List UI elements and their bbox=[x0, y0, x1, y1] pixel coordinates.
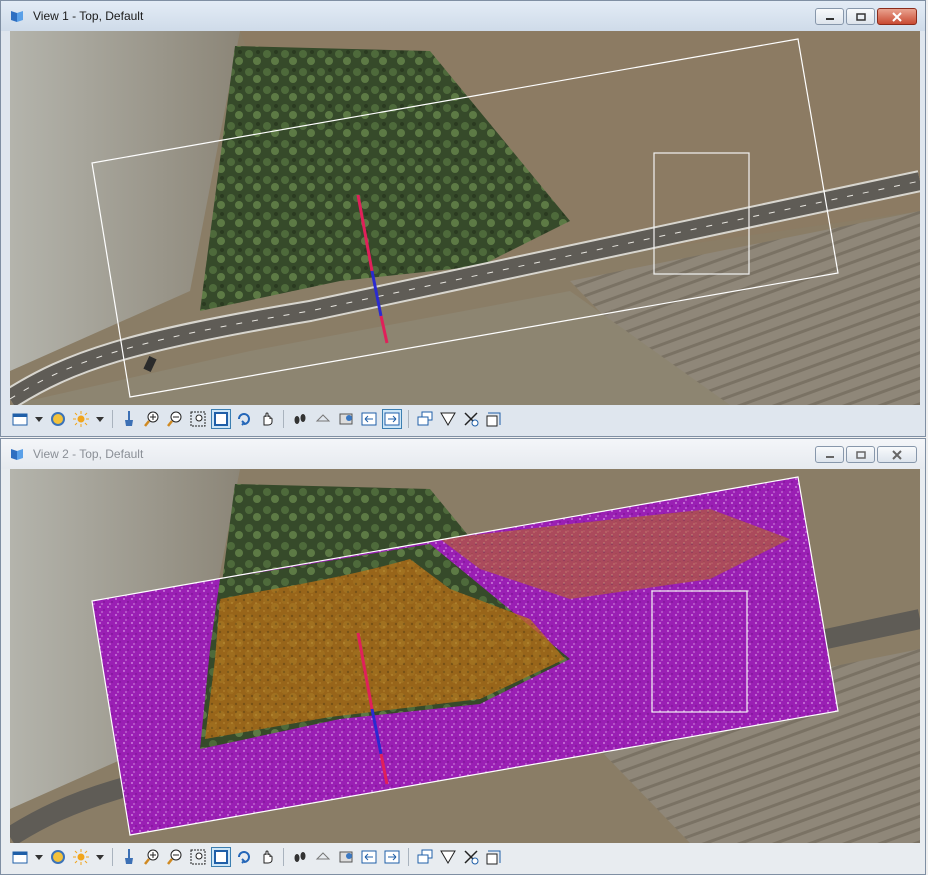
zoom-out-icon[interactable] bbox=[165, 847, 185, 867]
minimize-button[interactable] bbox=[815, 446, 844, 463]
view-left-icon[interactable] bbox=[382, 847, 402, 867]
display-style-icon[interactable] bbox=[48, 409, 68, 429]
brush-icon[interactable] bbox=[119, 847, 139, 867]
maximize-button[interactable] bbox=[846, 446, 875, 463]
pan-view-icon[interactable] bbox=[257, 847, 277, 867]
minimize-icon bbox=[825, 455, 834, 458]
copy-view-icon[interactable] bbox=[359, 409, 379, 429]
view-1-titlebar[interactable]: View 1 - Top, Default bbox=[1, 1, 925, 31]
minimize-icon bbox=[825, 17, 834, 20]
clip-mask-icon[interactable] bbox=[438, 409, 458, 429]
zoom-in-icon[interactable] bbox=[142, 409, 162, 429]
clip-back-icon[interactable] bbox=[484, 409, 504, 429]
clip-front-icon[interactable] bbox=[461, 847, 481, 867]
view-2-toolbar bbox=[10, 844, 920, 870]
fit-view-icon[interactable] bbox=[211, 847, 231, 867]
close-button[interactable] bbox=[877, 446, 917, 463]
clip-front-icon[interactable] bbox=[461, 409, 481, 429]
close-button[interactable] bbox=[877, 8, 917, 25]
view-1-toolbar bbox=[10, 406, 920, 432]
brush-icon[interactable] bbox=[119, 409, 139, 429]
maximize-icon bbox=[855, 450, 866, 459]
next-view-icon[interactable] bbox=[336, 409, 356, 429]
rotate-view-icon[interactable] bbox=[234, 847, 254, 867]
maximize-icon bbox=[855, 12, 866, 21]
window-area-icon[interactable] bbox=[188, 409, 208, 429]
dropdown-arrow-icon[interactable] bbox=[94, 847, 106, 867]
lighting-icon[interactable] bbox=[71, 847, 91, 867]
clip-back-icon[interactable] bbox=[484, 847, 504, 867]
clip-volume-icon[interactable] bbox=[415, 409, 435, 429]
rotate-view-icon[interactable] bbox=[234, 409, 254, 429]
close-icon bbox=[892, 11, 902, 22]
zoom-out-icon[interactable] bbox=[165, 409, 185, 429]
view-1-window[interactable]: View 1 - Top, Default bbox=[0, 0, 926, 437]
view-window-icon bbox=[9, 8, 25, 24]
dropdown-arrow-icon[interactable] bbox=[33, 409, 45, 429]
view-1-aerial-image[interactable] bbox=[10, 31, 920, 405]
previous-view-icon[interactable] bbox=[313, 847, 333, 867]
view-2-titlebar[interactable]: View 2 - Top, Default bbox=[1, 439, 925, 469]
view-2-classified-point-cloud[interactable] bbox=[10, 469, 920, 843]
clip-volume-icon[interactable] bbox=[415, 847, 435, 867]
display-style-icon[interactable] bbox=[48, 847, 68, 867]
minimize-button[interactable] bbox=[815, 8, 844, 25]
zoom-in-icon[interactable] bbox=[142, 847, 162, 867]
close-icon bbox=[892, 449, 902, 460]
copy-view-icon[interactable] bbox=[359, 847, 379, 867]
clip-mask-icon[interactable] bbox=[438, 847, 458, 867]
view-attributes-icon[interactable] bbox=[10, 409, 30, 429]
view-window-icon bbox=[9, 446, 25, 462]
view-1-title: View 1 - Top, Default bbox=[33, 9, 144, 23]
view-2-window[interactable]: View 2 - Top, Default bbox=[0, 438, 926, 875]
window-area-icon[interactable] bbox=[188, 847, 208, 867]
dropdown-arrow-icon[interactable] bbox=[33, 847, 45, 867]
view-left-icon[interactable] bbox=[382, 409, 402, 429]
maximize-button[interactable] bbox=[846, 8, 875, 25]
walk-icon[interactable] bbox=[290, 847, 310, 867]
view-attributes-icon[interactable] bbox=[10, 847, 30, 867]
dropdown-arrow-icon[interactable] bbox=[94, 409, 106, 429]
view-2-title: View 2 - Top, Default bbox=[33, 447, 144, 461]
pan-view-icon[interactable] bbox=[257, 409, 277, 429]
walk-icon[interactable] bbox=[290, 409, 310, 429]
lighting-icon[interactable] bbox=[71, 409, 91, 429]
next-view-icon[interactable] bbox=[336, 847, 356, 867]
previous-view-icon[interactable] bbox=[313, 409, 333, 429]
fit-view-icon[interactable] bbox=[211, 409, 231, 429]
